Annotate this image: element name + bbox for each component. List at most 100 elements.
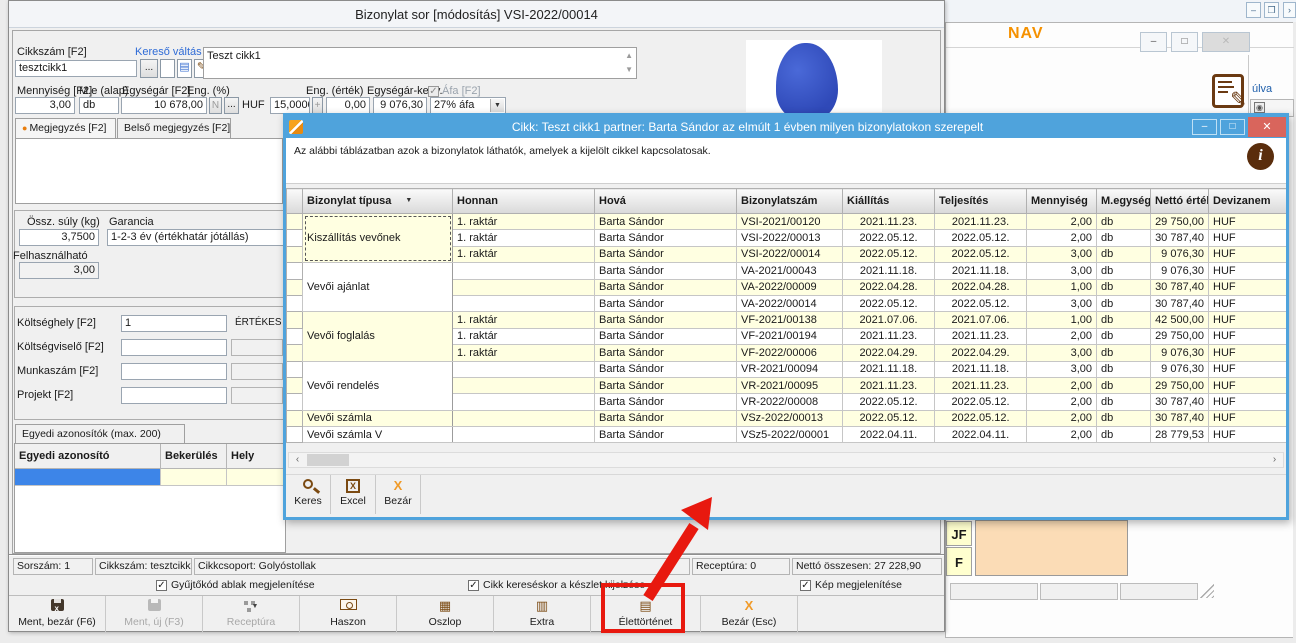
cell-hova[interactable]: Barta Sándor xyxy=(595,214,737,230)
kedv-input[interactable]: 9 076,30 xyxy=(373,97,427,114)
cell-kiallitas[interactable]: 2022.04.28. xyxy=(843,279,935,295)
cell-honnan[interactable]: 1. raktár xyxy=(453,328,595,344)
toolbar-button-3[interactable]: ▼Receptúra xyxy=(203,596,300,633)
mdi-close-button[interactable]: › xyxy=(1283,2,1296,18)
cell-kiallitas[interactable]: 2022.05.12. xyxy=(843,410,935,426)
cell-mennyiseg[interactable]: 2,00 xyxy=(1027,410,1097,426)
table-row[interactable]: Vevői ajánlatBarta SándorVA-2021/0004320… xyxy=(287,263,1287,279)
cell-kiallitas[interactable]: 2021.11.23. xyxy=(843,377,935,393)
cell-bizonylatszam[interactable]: VF-2021/00138 xyxy=(737,312,843,328)
cell-hova[interactable]: Barta Sándor xyxy=(595,312,737,328)
cikkszam-input[interactable]: tesztcikk1 xyxy=(15,60,137,77)
cell-mennyiseg[interactable]: 2,00 xyxy=(1027,328,1097,344)
scroll-right-icon[interactable]: › xyxy=(1267,454,1282,466)
egyedi-column-header[interactable]: Hely xyxy=(227,444,286,469)
cell-mennyiseg[interactable]: 1,00 xyxy=(1027,312,1097,328)
cell-bizonylatszam[interactable]: VA-2021/00043 xyxy=(737,263,843,279)
cell-teljesites[interactable]: 2021.11.23. xyxy=(935,214,1027,230)
cell-devizanem[interactable]: HUF xyxy=(1209,377,1287,393)
cell-honnan[interactable]: 1. raktár xyxy=(453,230,595,246)
me-input[interactable]: db xyxy=(79,97,119,114)
egyedi-cell[interactable] xyxy=(161,469,227,486)
cell-mennyiseg[interactable]: 3,00 xyxy=(1027,361,1097,377)
scroll-left-icon[interactable]: ‹ xyxy=(290,454,305,466)
cell-teljesites[interactable]: 2022.04.28. xyxy=(935,279,1027,295)
cell-hova[interactable]: Barta Sándor xyxy=(595,230,737,246)
edit-note-button[interactable]: ▤ xyxy=(177,59,192,78)
cell-teljesites[interactable]: 2022.05.12. xyxy=(935,295,1027,311)
cell-megyseg[interactable]: db xyxy=(1097,410,1151,426)
megjegyzes-textarea[interactable] xyxy=(15,138,283,204)
tab-belso-megjegyzes[interactable]: Belső megjegyzés [F2] xyxy=(117,118,231,138)
overlay-close-button[interactable]: ✕ xyxy=(1248,117,1286,137)
cell-kiallitas[interactable]: 2021.11.23. xyxy=(843,328,935,344)
cell-kiallitas[interactable]: 2022.05.12. xyxy=(843,295,935,311)
cell-megyseg[interactable]: db xyxy=(1097,279,1151,295)
suly-input[interactable]: 3,7500 xyxy=(19,229,99,246)
cell-mennyiseg[interactable]: 3,00 xyxy=(1027,263,1097,279)
toolbar-button-1[interactable]: Ment, bezár (F6) xyxy=(9,596,106,633)
cell-honnan[interactable] xyxy=(453,295,595,311)
cell-netto[interactable]: 9 076,30 xyxy=(1151,246,1209,262)
edit-document-icon[interactable]: ✎ xyxy=(1212,74,1244,108)
info-icon[interactable]: i xyxy=(1247,143,1274,170)
item-name-box[interactable]: Teszt cikk1 ▲ ▼ xyxy=(203,47,637,79)
cell-kiallitas[interactable]: 2022.05.12. xyxy=(843,394,935,410)
cell-bizonylatszam[interactable]: VSI-2022/00014 xyxy=(737,246,843,262)
cell-hova[interactable]: Barta Sándor xyxy=(595,345,737,361)
cell-devizanem[interactable]: HUF xyxy=(1209,214,1287,230)
window-maximize-button[interactable]: □ xyxy=(1171,32,1198,52)
cell-devizanem[interactable]: HUF xyxy=(1209,295,1287,311)
cell-devizanem[interactable]: HUF xyxy=(1209,246,1287,262)
cell-mennyiseg[interactable]: 3,00 xyxy=(1027,295,1097,311)
cell-kiallitas[interactable]: 2021.11.18. xyxy=(843,361,935,377)
cell-kiallitas[interactable]: 2022.04.11. xyxy=(843,427,935,443)
cell-bizonylatszam[interactable]: VR-2021/00095 xyxy=(737,377,843,393)
cell-bizonylatszam[interactable]: VSI-2021/00120 xyxy=(737,214,843,230)
cell-megyseg[interactable]: db xyxy=(1097,295,1151,311)
column-header-Mennyiség[interactable]: Mennyiség xyxy=(1027,189,1097,214)
cell-mennyiseg[interactable]: 2,00 xyxy=(1027,394,1097,410)
cell-devizanem[interactable]: HUF xyxy=(1209,427,1287,443)
mdi-minimize-button[interactable]: – xyxy=(1246,2,1261,18)
cell-teljesites[interactable]: 2021.07.06. xyxy=(935,312,1027,328)
egyedi-column-header[interactable]: Bekerülés xyxy=(161,444,227,469)
column-header-Kiállítás[interactable]: Kiállítás xyxy=(843,189,935,214)
cell-mennyiseg[interactable]: 2,00 xyxy=(1027,427,1097,443)
cell-netto[interactable]: 30 787,40 xyxy=(1151,410,1209,426)
tab-megjegyzes[interactable]: ●Megjegyzés [F2] xyxy=(15,118,116,138)
cell-megyseg[interactable]: db xyxy=(1097,394,1151,410)
plus-stepper[interactable]: + xyxy=(312,97,323,114)
cell-honnan[interactable] xyxy=(453,394,595,410)
horizontal-scrollbar[interactable]: ‹ › xyxy=(288,452,1284,468)
cell-netto[interactable]: 30 787,40 xyxy=(1151,279,1209,295)
column-header-Bizonylat típusa[interactable]: Bizonylat típusa▼ xyxy=(303,189,453,214)
group-type-cell[interactable]: Kiszállítás vevőnek xyxy=(303,214,453,263)
cell-teljesites[interactable]: 2022.05.12. xyxy=(935,394,1027,410)
cell-kiallitas[interactable]: 2021.11.23. xyxy=(843,214,935,230)
bezár-button[interactable]: XBezár xyxy=(376,475,421,514)
toolbar-button-5[interactable]: ▦Oszlop xyxy=(397,596,494,633)
eng-ertek-input[interactable]: 0,00 xyxy=(326,97,370,114)
cell-megyseg[interactable]: db xyxy=(1097,377,1151,393)
egyedi-selected-cell[interactable] xyxy=(15,469,161,486)
group-type-cell[interactable]: Vevői ajánlat xyxy=(303,263,453,312)
column-header-M.egység[interactable]: M.egység xyxy=(1097,189,1151,214)
table-row[interactable]: Vevői rendelésBarta SándorVR-2021/000942… xyxy=(287,361,1287,377)
cell-honnan[interactable] xyxy=(453,361,595,377)
cell-megyseg[interactable]: db xyxy=(1097,427,1151,443)
cell-kiallitas[interactable]: 2021.07.06. xyxy=(843,312,935,328)
price-lookup-button[interactable]: ... xyxy=(224,97,239,114)
cell-honnan[interactable]: 1. raktár xyxy=(453,345,595,361)
cell-netto[interactable]: 29 750,00 xyxy=(1151,328,1209,344)
toolbar-button-4[interactable]: Haszon xyxy=(300,596,397,633)
lookup-button[interactable]: ... xyxy=(140,59,158,78)
cell-honnan[interactable] xyxy=(453,263,595,279)
cell-devizanem[interactable]: HUF xyxy=(1209,345,1287,361)
blank-tool-button[interactable] xyxy=(160,59,175,78)
cell-netto[interactable]: 9 076,30 xyxy=(1151,361,1209,377)
option-checkbox[interactable]: ✓ xyxy=(156,580,167,591)
cell-bizonylatszam[interactable]: VSz-2022/00013 xyxy=(737,410,843,426)
cell-devizanem[interactable]: HUF xyxy=(1209,394,1287,410)
afa-select[interactable]: 27% áfa▼ xyxy=(430,97,506,114)
